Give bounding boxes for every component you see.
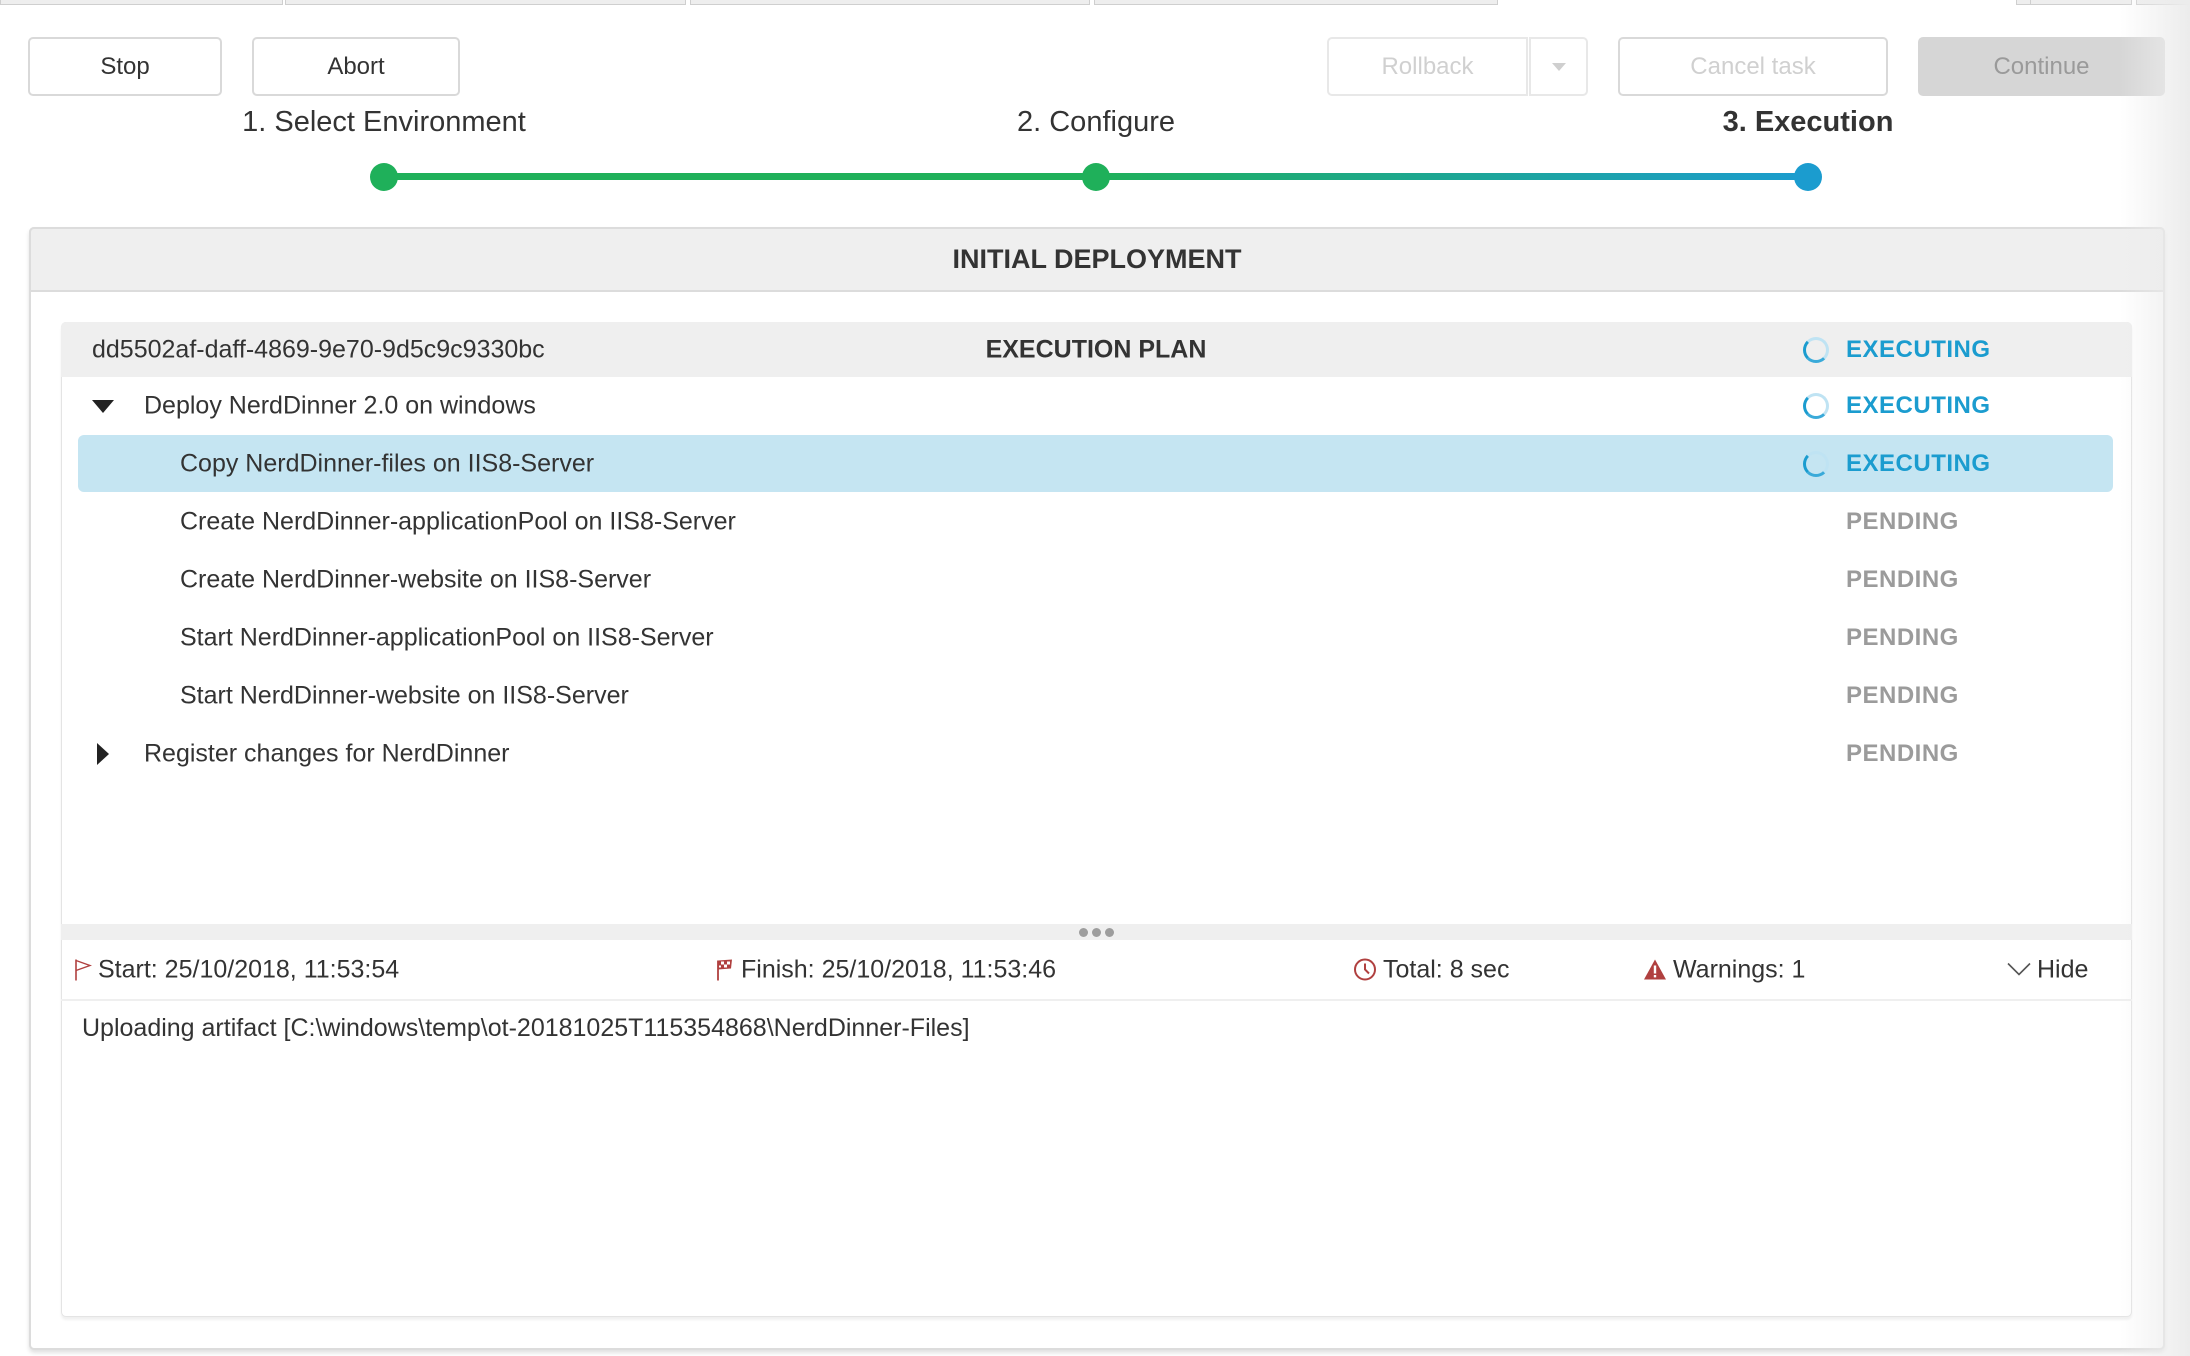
warning-icon xyxy=(1644,959,1666,980)
step-label: Register changes for NerdDinner xyxy=(144,739,510,767)
spinner-icon xyxy=(1803,392,1829,419)
rollback-button[interactable]: Rollback xyxy=(1327,37,1528,96)
step-dot-done[interactable] xyxy=(1082,163,1110,191)
step-status: PENDING xyxy=(1846,507,1959,535)
log-output: Uploading artifact [C:\windows\temp\ot-2… xyxy=(82,1014,970,1042)
tab[interactable] xyxy=(0,0,283,5)
step-status: PENDING xyxy=(1846,739,1959,767)
warnings-info[interactable]: Warnings: 1 xyxy=(1643,955,1805,984)
step-label: Create NerdDinner-applicationPool on IIS… xyxy=(180,507,736,535)
finish-time: Finish: 25/10/2018, 11:53:46 xyxy=(741,955,1057,983)
chevron-down-icon xyxy=(2007,962,2031,976)
plan-step[interactable]: Create NerdDinner-applicationPool on IIS… xyxy=(78,493,2113,550)
step-status: PENDING xyxy=(1846,565,1959,593)
panel-title-text: INITIAL DEPLOYMENT xyxy=(952,244,1242,274)
plan-step[interactable]: Start NerdDinner-website on IIS8-Server … xyxy=(78,667,2113,724)
step-label: Create NerdDinner-website on IIS8-Server xyxy=(180,565,652,593)
caret-down-icon xyxy=(1551,62,1566,71)
plan-step[interactable]: Start NerdDinner-applicationPool on IIS8… xyxy=(78,609,2113,666)
step-label: Start NerdDinner-website on IIS8-Server xyxy=(180,681,629,709)
hide-label: Hide xyxy=(2037,955,2089,983)
step-label: Copy NerdDinner-files on IIS8-Server xyxy=(180,449,595,477)
step-status: PENDING xyxy=(1846,681,1959,709)
warnings-count: Warnings: 1 xyxy=(1673,955,1806,983)
grip-dot xyxy=(1079,927,1088,937)
step-dot-done[interactable] xyxy=(370,163,398,191)
stop-button[interactable]: Stop xyxy=(28,37,222,96)
total-info: Total: 8 sec xyxy=(1353,955,1509,984)
step-label-execution: 3. Execution xyxy=(1722,106,1894,138)
step-status: PENDING xyxy=(1846,623,1959,651)
plan-id: dd5502af-daff-4869-9e70-9d5c9c9330bc xyxy=(92,335,545,363)
grip-dot xyxy=(1092,927,1101,937)
tab[interactable] xyxy=(690,0,1090,5)
plan-step[interactable]: Create NerdDinner-website on IIS8-Server… xyxy=(78,551,2113,608)
finish-info: Finish: 25/10/2018, 11:53:46 xyxy=(715,955,1056,984)
tab[interactable] xyxy=(1094,0,1498,5)
expand-icon-collapsed[interactable] xyxy=(97,742,109,765)
step-connector xyxy=(384,173,1096,180)
clock-icon xyxy=(1354,958,1376,981)
total-time: Total: 8 sec xyxy=(1383,955,1510,983)
plan-title: EXECUTION PLAN xyxy=(985,335,1207,363)
flag-icon xyxy=(75,959,92,981)
panel-title: INITIAL DEPLOYMENT xyxy=(29,227,2165,292)
step-label-configure: 2. Configure xyxy=(1017,106,1175,138)
start-time: Start: 25/10/2018, 11:53:54 xyxy=(98,955,400,983)
resize-handle[interactable] xyxy=(61,924,2132,940)
start-info: Start: 25/10/2018, 11:53:54 xyxy=(74,955,399,984)
execution-plan-header: dd5502af-daff-4869-9e70-9d5c9c9330bc EXE… xyxy=(61,322,2132,377)
step-status: EXECUTING xyxy=(1846,449,1991,477)
tab[interactable] xyxy=(2016,0,2031,5)
step-status: EXECUTING xyxy=(1846,391,1991,419)
spinner-icon xyxy=(1803,450,1829,477)
step-connector xyxy=(1096,173,1808,180)
abort-button[interactable]: Abort xyxy=(252,37,460,96)
tab-strip xyxy=(0,0,2190,6)
hide-details-button[interactable]: Hide xyxy=(2007,955,2088,984)
rollback-dropdown-button[interactable] xyxy=(1529,37,1588,96)
plan-step-group[interactable]: Deploy NerdDinner 2.0 on windows EXECUTI… xyxy=(78,377,2113,434)
plan-step-group[interactable]: Register changes for NerdDinner PENDING xyxy=(78,725,2113,782)
expand-icon-expanded[interactable] xyxy=(92,399,114,413)
step-dot-active[interactable] xyxy=(1794,163,1822,191)
step-label: Start NerdDinner-applicationPool on IIS8… xyxy=(180,623,714,651)
plan-status: EXECUTING xyxy=(1846,335,1991,363)
tab[interactable] xyxy=(2030,0,2132,5)
execution-info-bar: Start: 25/10/2018, 11:53:54 Finish: 25/1… xyxy=(61,940,2132,1001)
cancel-task-button[interactable]: Cancel task xyxy=(1618,37,1888,96)
step-label-select-environment: 1. Select Environment xyxy=(242,106,526,138)
tab[interactable] xyxy=(285,0,686,5)
step-label: Deploy NerdDinner 2.0 on windows xyxy=(144,391,536,419)
scroll-shadow xyxy=(2120,0,2190,1356)
checkered-flag-icon xyxy=(717,959,732,981)
plan-step-selected[interactable]: Copy NerdDinner-files on IIS8-Server EXE… xyxy=(78,435,2113,492)
grip-dot xyxy=(1105,927,1114,937)
spinner-icon xyxy=(1803,336,1829,363)
